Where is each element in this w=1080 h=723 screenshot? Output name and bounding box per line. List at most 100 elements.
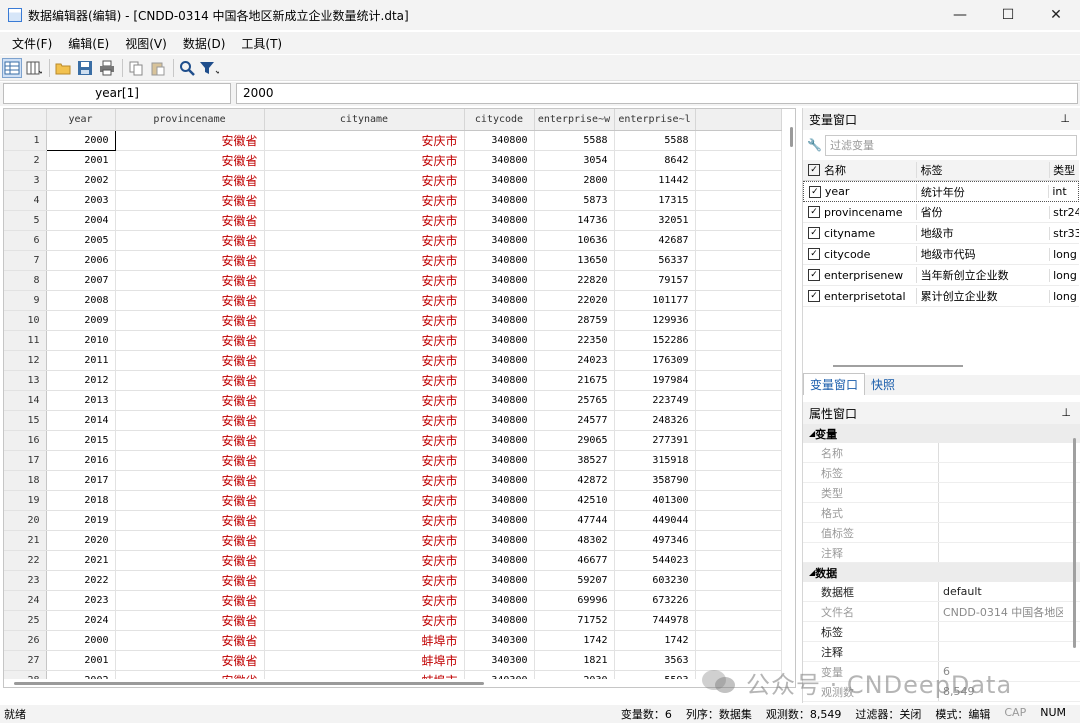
table-cell[interactable]: 安徽省 (115, 270, 265, 291)
row-number[interactable]: 6 (4, 230, 47, 251)
table-cell[interactable]: 安庆市 (264, 370, 465, 391)
table-cell[interactable]: 340800 (464, 590, 535, 611)
column-header[interactable]: provincename (115, 109, 265, 131)
cell-value-input[interactable]: 2000 (236, 83, 1078, 104)
table-cell[interactable]: 安庆市 (264, 390, 465, 411)
table-cell[interactable]: 安徽省 (115, 350, 265, 371)
table-cell[interactable]: 340800 (464, 390, 535, 411)
row-number[interactable]: 11 (4, 330, 47, 351)
table-cell[interactable]: 安庆市 (264, 410, 465, 431)
table-cell[interactable]: 340800 (464, 470, 535, 491)
table-cell[interactable]: 24577 (534, 410, 615, 431)
tab-snapshots[interactable]: 快照 (865, 374, 901, 395)
row-number[interactable]: 16 (4, 430, 47, 451)
table-cell[interactable]: 401300 (614, 490, 696, 511)
table-row[interactable]: 21 2020 安徽省 安庆市 340800 48302 497346 (4, 530, 782, 551)
table-cell[interactable]: 安庆市 (264, 290, 465, 311)
table-cell[interactable]: 17315 (614, 190, 696, 211)
table-cell[interactable]: 2021 (46, 550, 116, 571)
property-row[interactable]: 数据框 default (803, 582, 1080, 602)
pin-icon[interactable]: ⊥ (1060, 112, 1070, 125)
variable-row[interactable]: ✓ cityname 地级市 str33 (803, 223, 1079, 244)
table-cell[interactable]: 14736 (534, 210, 615, 231)
variable-row[interactable]: ✓ provincename 省份 str24 (803, 202, 1079, 223)
variables-hscrollbar[interactable] (803, 362, 1080, 370)
table-cell[interactable]: 176309 (614, 350, 696, 371)
property-row[interactable]: 格式 (803, 503, 1080, 523)
row-number[interactable]: 5 (4, 210, 47, 231)
row-number[interactable]: 9 (4, 290, 47, 311)
row-number[interactable]: 24 (4, 590, 47, 611)
table-cell[interactable]: 安徽省 (115, 130, 265, 151)
table-cell[interactable]: 3563 (614, 650, 696, 671)
row-number[interactable]: 25 (4, 610, 47, 631)
property-group[interactable]: ◢ 数据 (803, 563, 1080, 582)
variable-checkbox[interactable]: ✓ (808, 206, 820, 218)
table-cell[interactable]: 安庆市 (264, 270, 465, 291)
table-cell[interactable]: 安庆市 (264, 350, 465, 371)
table-cell[interactable]: 340800 (464, 410, 535, 431)
table-cell[interactable]: 5588 (614, 130, 696, 151)
table-cell[interactable]: 2019 (46, 510, 116, 531)
table-cell[interactable]: 42510 (534, 490, 615, 511)
row-number[interactable]: 21 (4, 530, 47, 551)
table-cell[interactable]: 340800 (464, 530, 535, 551)
row-number[interactable]: 14 (4, 390, 47, 411)
table-cell[interactable]: 安庆市 (264, 230, 465, 251)
property-row[interactable]: 值标签 (803, 523, 1080, 543)
table-row[interactable]: 12 2011 安徽省 安庆市 340800 24023 176309 (4, 350, 782, 371)
table-row[interactable]: 9 2008 安徽省 安庆市 340800 22020 101177 (4, 290, 782, 311)
paste-icon[interactable] (148, 58, 168, 78)
property-row[interactable]: 类型 (803, 483, 1080, 503)
table-cell[interactable]: 2006 (46, 250, 116, 271)
table-cell[interactable]: 安徽省 (115, 370, 265, 391)
table-cell[interactable]: 340800 (464, 610, 535, 631)
row-number[interactable]: 20 (4, 510, 47, 531)
table-cell[interactable]: 安庆市 (264, 510, 465, 531)
table-cell[interactable]: 2011 (46, 350, 116, 371)
table-cell[interactable]: 安徽省 (115, 650, 265, 671)
table-row[interactable]: 10 2009 安徽省 安庆市 340800 28759 129936 (4, 310, 782, 331)
table-cell[interactable]: 223749 (614, 390, 696, 411)
table-cell[interactable]: 安庆市 (264, 450, 465, 471)
variable-checkbox[interactable]: ✓ (808, 290, 820, 302)
table-cell[interactable]: 安徽省 (115, 230, 265, 251)
table-cell[interactable]: 340800 (464, 450, 535, 471)
variable-checkbox[interactable]: ✓ (808, 227, 820, 239)
table-cell[interactable]: 197984 (614, 370, 696, 391)
search-icon[interactable] (177, 58, 197, 78)
table-cell[interactable]: 449044 (614, 510, 696, 531)
header-label[interactable]: 标签 (915, 162, 1050, 178)
table-row[interactable]: 13 2012 安徽省 安庆市 340800 21675 197984 (4, 370, 782, 391)
table-cell[interactable]: 152286 (614, 330, 696, 351)
table-cell[interactable]: 1742 (534, 630, 615, 651)
menu-file[interactable]: 文件(F) (4, 35, 60, 52)
table-row[interactable]: 11 2010 安徽省 安庆市 340800 22350 152286 (4, 330, 782, 351)
table-row[interactable]: 18 2017 安徽省 安庆市 340800 42872 358790 (4, 470, 782, 491)
table-cell[interactable]: 248326 (614, 410, 696, 431)
property-row[interactable]: 标签 (803, 463, 1080, 483)
data-grid[interactable]: year provincename cityname citycode ente… (3, 108, 796, 688)
table-cell[interactable]: 2004 (46, 210, 116, 231)
table-cell[interactable]: 2022 (46, 570, 116, 591)
table-cell[interactable]: 22350 (534, 330, 615, 351)
property-row[interactable]: 注释 (803, 642, 1080, 662)
row-number[interactable]: 19 (4, 490, 47, 511)
property-row[interactable]: 注释 (803, 543, 1080, 563)
property-row[interactable]: 名称 (803, 443, 1080, 463)
table-cell[interactable]: 340300 (464, 650, 535, 671)
table-cell[interactable]: 安徽省 (115, 290, 265, 311)
properties-scrollbar[interactable] (1073, 438, 1076, 648)
table-cell[interactable]: 2010 (46, 330, 116, 351)
table-cell[interactable]: 安庆市 (264, 610, 465, 631)
header-name[interactable]: 名称 (824, 162, 916, 178)
table-cell[interactable]: 安庆市 (264, 250, 465, 271)
table-cell[interactable]: 安庆市 (264, 490, 465, 511)
table-row[interactable]: 17 2016 安徽省 安庆市 340800 38527 315918 (4, 450, 782, 471)
table-cell[interactable]: 2007 (46, 270, 116, 291)
table-cell[interactable]: 8642 (614, 150, 696, 171)
table-row[interactable]: 23 2022 安徽省 安庆市 340800 59207 603230 (4, 570, 782, 591)
table-cell[interactable]: 安庆市 (264, 550, 465, 571)
table-cell[interactable]: 安徽省 (115, 330, 265, 351)
table-cell[interactable]: 340800 (464, 270, 535, 291)
